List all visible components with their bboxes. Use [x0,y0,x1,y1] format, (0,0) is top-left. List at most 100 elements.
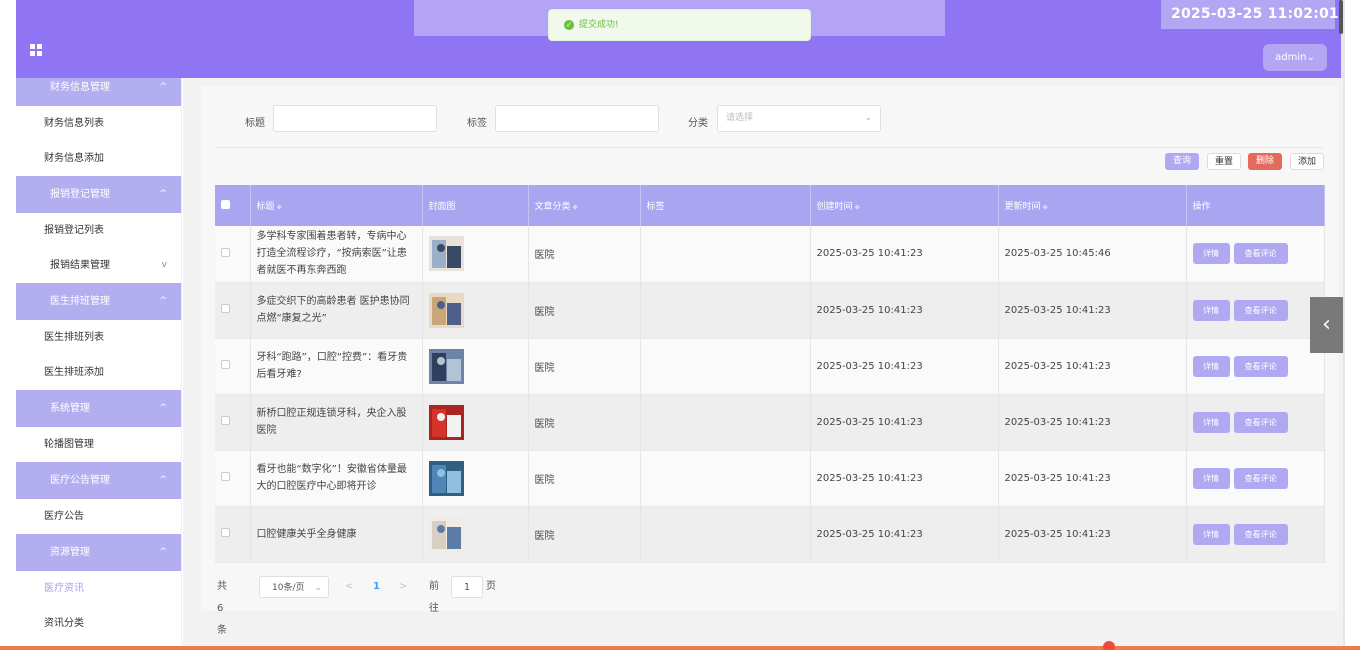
col-title-label: 标题 [256,202,275,212]
cover-thumbnail [428,348,464,384]
collapse-chevron-left-icon[interactable]: ‹ [1310,297,1343,353]
bottom-indicator [1103,641,1115,650]
sidebar-group[interactable]: 资源管理 ^ [16,534,181,571]
sidebar-item[interactable]: 报销结果管理 v [16,248,181,283]
view-comments-button[interactable]: 查看评论 [1233,523,1288,545]
query-button[interactable]: 查询 [1165,153,1199,170]
table-row: 多学科专家围着患者转，专病中心打造全流程诊疗，“按病索医”让患者就医不再东奔西跑… [215,226,1325,283]
chevron-down-icon: ⌄ [314,583,322,593]
view-comments-button[interactable]: 查看评论 [1233,411,1288,433]
row-select-cell [215,282,251,339]
col-created-label: 创建时间 [816,202,853,212]
sort-icon[interactable]: ◆ [277,203,282,211]
prev-page-button[interactable]: < [345,576,353,598]
page-number-1[interactable]: 1 [373,576,380,598]
row-title: 牙科“跑路”，口腔“控费”：看牙贵后看牙难? [250,338,423,395]
sidebar-group[interactable]: 报销登记管理 ^ [16,176,181,213]
view-comments-button[interactable]: 查看评论 [1233,243,1288,265]
row-cover-cell [422,450,529,507]
row-category: 医院 [528,282,641,339]
sidebar-item[interactable]: 资讯分类 [16,606,181,641]
col-title[interactable]: 标题 ◆ [250,185,423,226]
sidebar-group[interactable]: 医生排班管理 ^ [16,283,181,320]
category-placeholder: 请选择 [726,113,754,123]
sidebar-item[interactable]: 医生排班列表 [16,320,181,355]
add-button[interactable]: 添加 [1290,153,1324,170]
sidebar-group[interactable]: 医疗公告管理 ^ [16,462,181,499]
row-checkbox[interactable] [221,472,230,481]
goto-page-input[interactable]: 1 [451,576,483,598]
row-select-cell [215,394,251,451]
sidebar-label: 系统管理 [50,403,90,414]
sidebar-item[interactable]: 轮播图管理 [16,427,181,462]
reset-button[interactable]: 重置 [1207,153,1241,170]
cover-thumbnail [428,516,464,552]
tag-filter-input[interactable] [495,105,659,132]
sidebar-label: 资源管理 [50,547,90,558]
sidebar-label: 医疗公告 [44,511,84,522]
sort-icon[interactable]: ◆ [855,203,860,211]
row-select-cell [215,338,251,395]
sidebar-label: 轮播图管理 [44,439,94,450]
row-title: 看牙也能“数字化”！安徽省体量最大的口腔医疗中心即将开诊 [250,450,423,507]
sidebar-menu: 财务信息管理 ^ 财务信息列表 财务信息添加 报销登记管理 ^ 报销登记列表 报销结果管理 v 医… [16,78,182,650]
row-title: 多症交织下的高龄患者 医护患协同点燃“康复之光” [250,282,423,339]
sidebar-label: 报销登记列表 [44,225,104,236]
sort-icon[interactable]: ◆ [573,203,578,211]
row-select-cell [215,450,251,507]
sort-icon[interactable]: ◆ [1043,203,1048,211]
table-row: 新桥口腔正规连锁牙科，央企入股医院 医院 2025-03-25 10:41:23 20… [215,394,1325,451]
sidebar-item[interactable]: 医生排班添加 [16,355,181,390]
next-page-button[interactable]: > [399,576,407,598]
row-cover-cell [422,394,529,451]
row-checkbox[interactable] [221,304,230,313]
row-updated: 2025-03-25 10:41:23 [998,282,1187,339]
sidebar-item[interactable]: 医疗公告 [16,499,181,534]
row-cover-cell [422,226,529,283]
scrollbar-thumb[interactable] [1339,0,1343,34]
col-created[interactable]: 创建时间 ◆ [810,185,999,226]
detail-button[interactable]: 详情 [1192,411,1230,433]
sidebar-label: 医生排班添加 [44,367,104,378]
sidebar-group[interactable]: 系统管理 ^ [16,390,181,427]
delete-button[interactable]: 删除 [1248,153,1282,170]
row-tag [640,506,811,563]
sidebar-label: 报销结果管理 [50,260,110,271]
table-row: 牙科“跑路”，口腔“控费”：看牙贵后看牙难? 医院 2025-03-25 10:41… [215,338,1325,395]
detail-button[interactable]: 详情 [1192,243,1230,265]
row-checkbox[interactable] [221,416,230,425]
detail-button[interactable]: 详情 [1192,467,1230,489]
row-checkbox[interactable] [221,360,230,369]
chevron-down-icon: ⌄ [1306,52,1315,63]
row-checkbox[interactable] [221,247,230,257]
detail-button[interactable]: 详情 [1192,523,1230,545]
sidebar-item[interactable]: 报销登记列表 [16,213,181,248]
col-category[interactable]: 文章分类 ◆ [528,185,641,226]
sidebar-item[interactable]: 财务信息列表 [16,106,181,141]
view-comments-button[interactable]: 查看评论 [1233,355,1288,377]
news-table: 标题 ◆ 封面图 文章分类 ◆ 标签 创建时间 ◆ 更新时间 ◆ 操作 多学科专家围着患… [215,185,1325,563]
clock-display: 2025-03-25 11:02:01 [1171,6,1339,22]
sidebar-label: 医生排班列表 [44,332,104,343]
page-size-select[interactable]: 10条/页 ⌄ [259,576,329,598]
table-row: 多症交织下的高龄患者 医护患协同点燃“康复之光” 医院 2025-03-25 10:… [215,282,1325,339]
row-checkbox[interactable] [221,528,230,537]
row-updated: 2025-03-25 10:41:23 [998,394,1187,451]
cover-thumbnail [428,404,464,440]
select-all-checkbox[interactable] [221,199,230,209]
col-updated[interactable]: 更新时间 ◆ [998,185,1187,226]
menu-grid-icon[interactable] [30,44,43,57]
sidebar-item[interactable]: 医疗资讯 [16,571,181,606]
view-comments-button[interactable]: 查看评论 [1233,467,1288,489]
row-title: 多学科专家围着患者转，专病中心打造全流程诊疗，“按病索医”让患者就医不再东奔西跑 [250,226,423,283]
title-filter-input[interactable] [273,105,437,132]
detail-button[interactable]: 详情 [1192,299,1230,321]
table-row: 看牙也能“数字化”！安徽省体量最大的口腔医疗中心即将开诊 医院 2025-03-25… [215,450,1325,507]
col-actions: 操作 [1186,185,1325,226]
sidebar-group[interactable]: 财务信息管理 ^ [16,78,181,106]
category-select[interactable]: 请选择 ⌄ [717,105,881,132]
detail-button[interactable]: 详情 [1192,355,1230,377]
view-comments-button[interactable]: 查看评论 [1233,299,1288,321]
user-menu-button[interactable]: admin⌄ [1263,44,1327,71]
sidebar-item[interactable]: 财务信息添加 [16,141,181,176]
